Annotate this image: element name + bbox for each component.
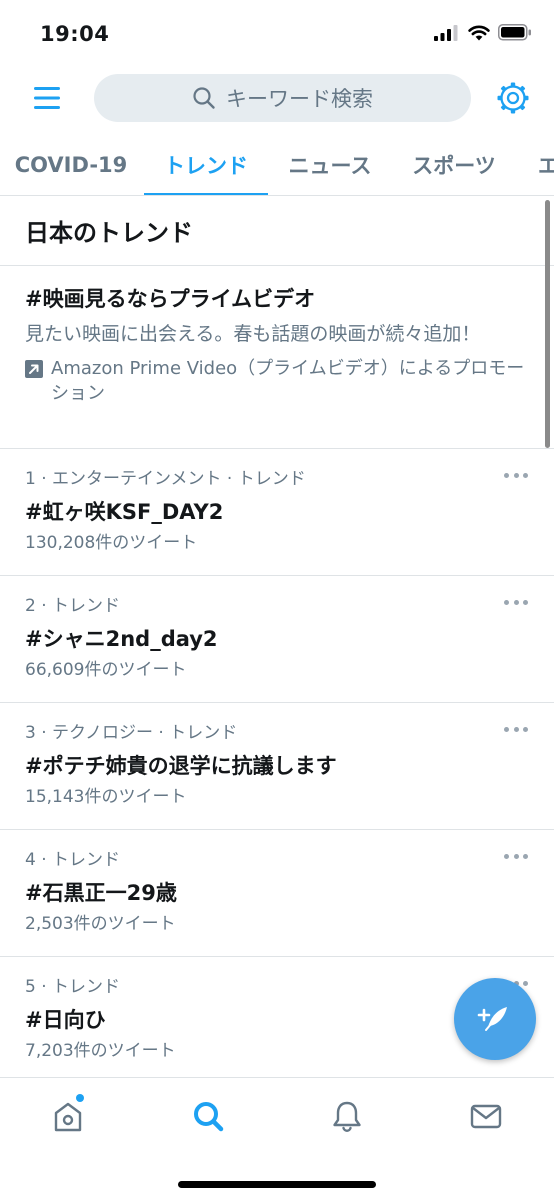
trend-name: #石黒正一29歳: [25, 881, 177, 905]
trend-name: #シャニ2nd_day2: [25, 627, 218, 651]
trend-tweet-count: 15,143件のツイート: [25, 787, 187, 807]
envelope-icon: [470, 1104, 502, 1129]
promoted-trend[interactable]: #映画見るならプライムビデオ 見たい映画に出会える。春も話題の映画が続々追加！ …: [0, 266, 554, 449]
trend-meta: 1 · エンターテインメント · トレンド: [25, 469, 306, 489]
more-dots-icon[interactable]: [504, 596, 528, 608]
trend-row[interactable]: 1 · エンターテインメント · トレンド #虹ヶ咲KSF_DAY2 130,2…: [0, 449, 554, 576]
promoted-by: Amazon Prime Video（プライムビデオ）によるプロモーション: [25, 356, 529, 406]
trend-meta: 2 · トレンド: [25, 596, 121, 616]
tab-entertainment[interactable]: エ: [538, 134, 554, 195]
trend-row[interactable]: 4 · トレンド #石黒正一29歳 2,503件のツイート: [0, 830, 554, 957]
bottom-nav: [0, 1077, 554, 1200]
scroll-indicator: [545, 200, 550, 448]
trend-name: #虹ヶ咲KSF_DAY2: [25, 500, 224, 524]
trend-meta: 5 · トレンド: [25, 977, 121, 997]
tab-trends[interactable]: トレンド: [144, 134, 268, 195]
promoted-hashtag: #映画見るならプライムビデオ: [25, 287, 316, 311]
tab-sports[interactable]: スポーツ: [392, 134, 516, 195]
battery-icon: [498, 24, 531, 41]
tab-label: トレンド: [164, 154, 248, 178]
wifi-icon: [468, 25, 490, 40]
compose-feather-icon: [477, 1007, 507, 1031]
promoted-arrow-icon: [25, 360, 43, 378]
top-bar: キーワード検索: [0, 70, 554, 126]
status-bar: 19:04: [0, 0, 554, 62]
section-title: 日本のトレンド: [0, 196, 554, 266]
more-dots-icon[interactable]: [504, 850, 528, 862]
tab-label: エ: [538, 150, 554, 180]
trend-tweet-count: 2,503件のツイート: [25, 914, 176, 934]
compose-tweet-button[interactable]: [454, 978, 536, 1060]
tab-news[interactable]: ニュース: [270, 134, 390, 195]
trend-tweet-count: 66,609件のツイート: [25, 660, 187, 680]
nav-explore[interactable]: [188, 1096, 228, 1136]
home-icon: [54, 1102, 82, 1132]
trend-meta: 4 · トレンド: [25, 850, 121, 870]
status-icons: [434, 24, 532, 41]
trend-tweet-count: 130,208件のツイート: [25, 533, 198, 553]
home-notification-dot: [76, 1094, 84, 1102]
tab-label: ニュース: [288, 154, 372, 178]
more-dots-icon[interactable]: [504, 723, 528, 735]
tab-bar: COVID-19 トレンド ニュース スポーツ エ: [0, 134, 554, 196]
settings-button[interactable]: [496, 81, 530, 115]
trend-name: #ポテチ姉貴の退学に抗議します: [25, 754, 337, 778]
search-placeholder: キーワード検索: [226, 87, 373, 111]
gear-icon: [497, 82, 529, 114]
more-dots-icon[interactable]: [504, 469, 528, 481]
search-input[interactable]: キーワード検索: [94, 74, 471, 122]
nav-messages[interactable]: [466, 1096, 506, 1136]
menu-button[interactable]: [30, 84, 64, 112]
promoted-description: 見たい映画に出会える。春も話題の映画が続々追加！: [25, 323, 481, 345]
trend-meta: 3 · テクノロジー · トレンド: [25, 723, 238, 743]
home-indicator: [178, 1181, 376, 1188]
nav-home[interactable]: [48, 1094, 88, 1136]
nav-notifications[interactable]: [327, 1096, 367, 1136]
tab-label: スポーツ: [412, 154, 496, 178]
trend-row[interactable]: 3 · テクノロジー · トレンド #ポテチ姉貴の退学に抗議します 15,143…: [0, 703, 554, 830]
trend-tweet-count: 7,203件のツイート: [25, 1041, 176, 1061]
status-time: 19:04: [40, 22, 110, 46]
tab-covid-19[interactable]: COVID-19: [0, 134, 142, 195]
promoted-by-text: Amazon Prime Video（プライムビデオ）によるプロモーション: [51, 358, 525, 404]
hamburger-menu-icon: [34, 87, 60, 109]
trend-row[interactable]: 2 · トレンド #シャニ2nd_day2 66,609件のツイート: [0, 576, 554, 703]
tab-label: COVID-19: [14, 153, 128, 177]
cellular-signal-icon: [434, 24, 458, 41]
search-icon: [194, 1102, 224, 1132]
search-icon: [193, 87, 215, 109]
bell-icon: [333, 1101, 361, 1132]
